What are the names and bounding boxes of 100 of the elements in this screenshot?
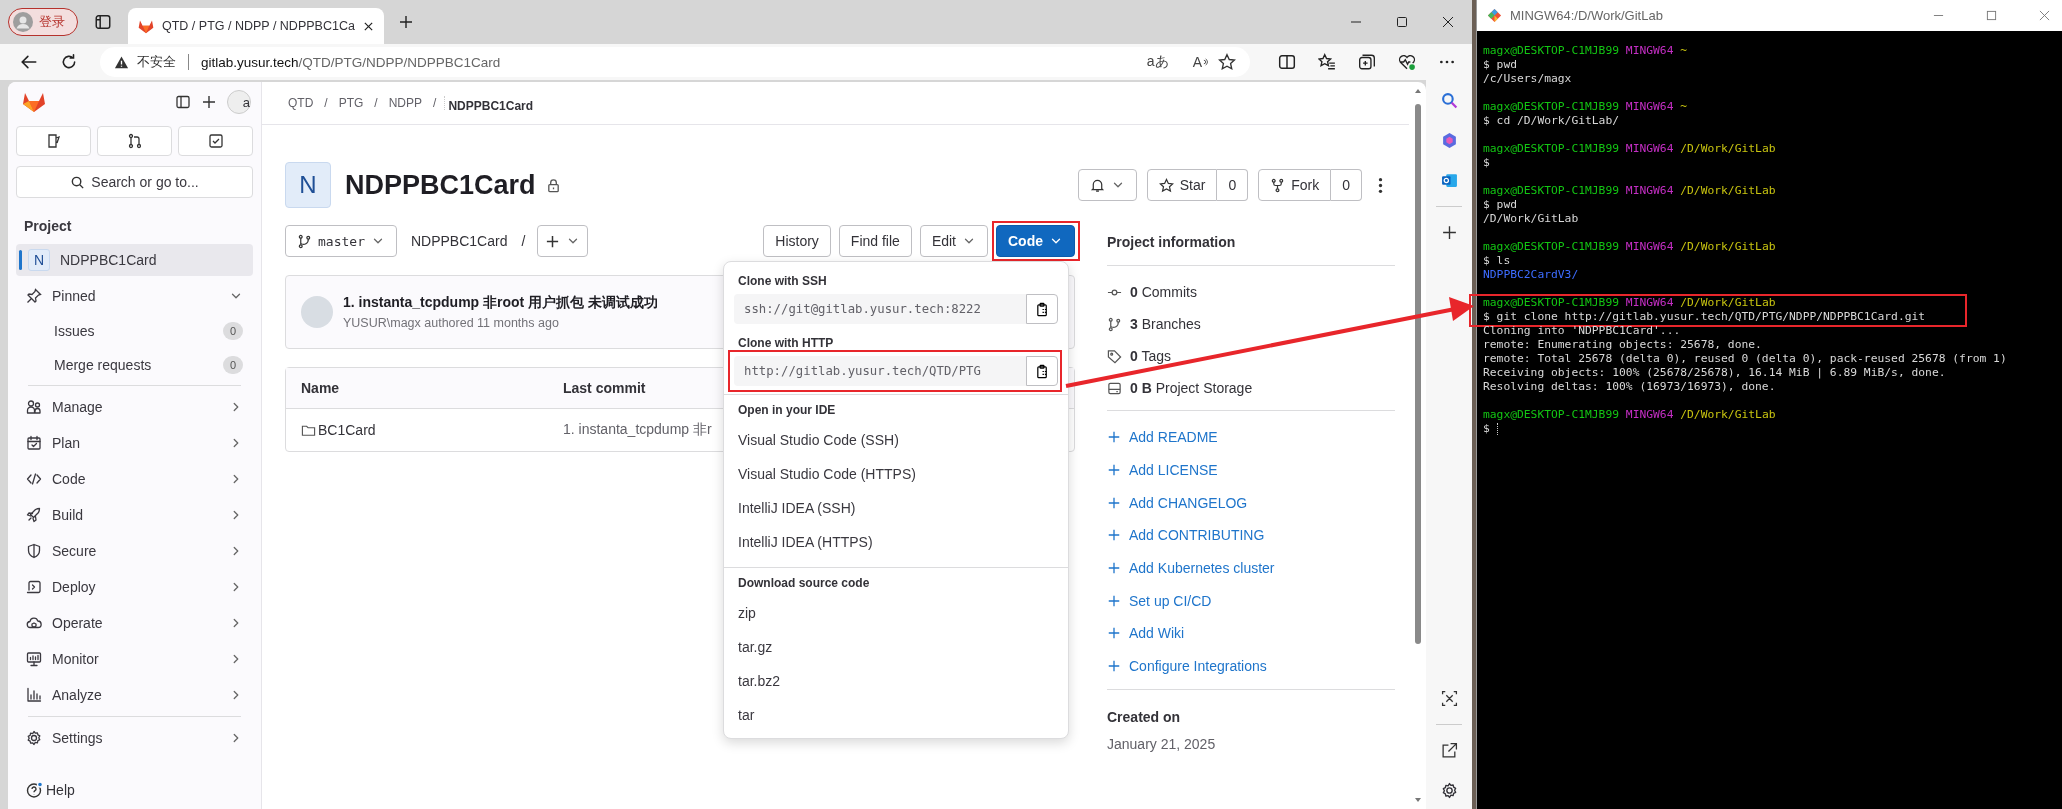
maximize-icon[interactable] xyxy=(1396,16,1408,28)
menu-nav-item[interactable]: Monitor xyxy=(16,641,253,677)
mail-app-icon[interactable] xyxy=(1440,172,1458,189)
dropdown-item[interactable]: IntelliJ IDEA (SSH) xyxy=(724,491,1068,525)
reload-icon[interactable] xyxy=(60,53,78,71)
dropdown-item[interactable]: IntelliJ IDEA (HTTPS) xyxy=(724,525,1068,559)
heart-pulse-icon[interactable] xyxy=(1398,53,1416,71)
prompt-user: magx@DESKTOP-C1MJB99 xyxy=(1483,184,1620,197)
edit-dropdown-button[interactable]: Edit xyxy=(919,225,988,257)
stat-link[interactable]: 0 B Project Storage xyxy=(1130,380,1253,396)
toolbar-button[interactable]: Find file xyxy=(838,225,912,257)
stat-link[interactable]: 0 Commits xyxy=(1130,284,1197,300)
collections-icon[interactable] xyxy=(1358,53,1376,71)
back-arrow-icon[interactable] xyxy=(20,53,38,71)
stat-link[interactable]: 3 Branches xyxy=(1130,316,1201,332)
copy-button[interactable] xyxy=(1026,356,1058,386)
breadcrumb-link[interactable]: NDPP xyxy=(385,93,426,113)
menu-nav-item[interactable]: Code xyxy=(16,461,253,497)
file-name-link[interactable]: BC1Card xyxy=(301,422,563,438)
add-link[interactable]: Add Wiki xyxy=(1107,617,1395,650)
add-dropdown[interactable] xyxy=(537,225,589,257)
menu-nav-item[interactable]: Build xyxy=(16,497,253,533)
screenshot-icon[interactable] xyxy=(1440,690,1458,707)
issues-button[interactable] xyxy=(16,126,91,156)
clone-url-field[interactable]: http://gitlab.yusur.tech/QTD/PTG xyxy=(734,356,1026,386)
help-link[interactable]: Help xyxy=(16,781,253,809)
pinned-nav-item[interactable]: Merge requests 0 xyxy=(16,348,253,382)
breadcrumb-link[interactable]: QTD xyxy=(285,93,317,113)
dropdown-item[interactable]: Visual Studio Code (SSH) xyxy=(724,423,1068,457)
prompt-path: /D/Work/GitLab xyxy=(1680,240,1776,253)
close-icon[interactable] xyxy=(1442,16,1454,28)
dropdown-item[interactable]: zip xyxy=(724,596,1068,630)
merge-requests-button[interactable] xyxy=(97,126,172,156)
search-icon[interactable] xyxy=(1440,92,1458,109)
dropdown-item[interactable]: tar.bz2 xyxy=(724,664,1068,698)
clone-url-field[interactable]: ssh://git@gitlab.yusur.tech:8222 xyxy=(734,294,1026,324)
menu-nav-item[interactable]: Manage xyxy=(16,389,253,425)
menu-nav-item[interactable]: Analyze xyxy=(16,677,253,713)
star-count[interactable]: 0 xyxy=(1217,169,1249,201)
plus-icon[interactable] xyxy=(1440,224,1458,241)
add-link[interactable]: Configure Integrations xyxy=(1107,649,1395,683)
add-link[interactable]: Add Kubernetes cluster xyxy=(1107,551,1395,585)
profile-button[interactable]: 登录 xyxy=(8,8,78,36)
external-link-icon[interactable] xyxy=(1440,742,1458,759)
dropdown-item[interactable]: Visual Studio Code (HTTPS) xyxy=(724,457,1068,491)
search-field[interactable]: Search or go to... xyxy=(16,166,253,198)
toolbar-button[interactable]: History xyxy=(763,225,831,257)
scroll-down-icon[interactable] xyxy=(1413,797,1422,803)
add-link[interactable]: Add README xyxy=(1107,421,1395,454)
menu-nav-item[interactable]: Deploy xyxy=(16,569,253,605)
tab-actions-icon[interactable] xyxy=(94,13,112,31)
pinned-nav-item[interactable]: Issues 0 xyxy=(16,314,253,348)
add-link[interactable]: Set up CI/CD xyxy=(1107,584,1395,618)
favorites-icon[interactable] xyxy=(1318,53,1336,71)
settings-nav-item[interactable]: Settings xyxy=(16,720,253,756)
menu-nav-item[interactable]: Plan xyxy=(16,425,253,461)
code-dropdown-button[interactable]: Code xyxy=(996,225,1075,257)
add-link[interactable]: Add LICENSE xyxy=(1107,453,1395,487)
plus-icon[interactable] xyxy=(201,94,217,110)
copy-button[interactable] xyxy=(1026,294,1058,324)
commit-title[interactable]: 1. instanta_tcpdump 非root 用户抓包 未调试成功 xyxy=(343,294,658,312)
sidebar-toggle-icon[interactable] xyxy=(175,94,191,110)
prompt-path: ~ xyxy=(1680,100,1688,113)
project-nav-item[interactable]: N NDPPBC1Card xyxy=(16,244,253,276)
split-screen-icon[interactable] xyxy=(1278,53,1296,71)
scroll-up-icon[interactable] xyxy=(1413,88,1422,94)
copilot-icon[interactable] xyxy=(1440,132,1458,149)
fox-logo-icon xyxy=(138,18,154,34)
terminal-line: $ pwd xyxy=(1483,58,1517,71)
prompt-path: /D/Work/GitLab xyxy=(1680,142,1776,155)
new-tab-icon[interactable] xyxy=(397,14,414,30)
add-link[interactable]: Add CONTRIBUTING xyxy=(1107,519,1395,552)
translate-icon[interactable]: aあ xyxy=(1146,53,1169,71)
branch-dropdown[interactable]: master xyxy=(285,225,397,257)
user-avatar[interactable]: a xyxy=(227,90,251,114)
dropdown-item[interactable]: tar.gz xyxy=(724,630,1068,664)
menu-nav-item[interactable]: Secure xyxy=(16,533,253,569)
breadcrumb-link[interactable]: PTG xyxy=(335,93,367,113)
fork-count[interactable]: 0 xyxy=(1331,169,1362,201)
prompt-host: MINGW64 xyxy=(1625,44,1674,57)
star-button[interactable]: Star xyxy=(1146,169,1218,201)
star-outline-icon[interactable] xyxy=(1218,53,1236,71)
dropdown-item[interactable]: tar xyxy=(724,698,1068,732)
browser-tab[interactable]: QTD / PTG / NDPP / NDPPBC1Ca xyxy=(128,8,384,44)
branch-icon xyxy=(1107,316,1122,332)
kebab-menu-icon[interactable] xyxy=(1378,176,1383,194)
menu-nav-item[interactable]: Operate xyxy=(16,605,253,641)
todo-button[interactable] xyxy=(178,126,253,156)
add-link[interactable]: Add CHANGELOG xyxy=(1107,486,1395,520)
pinned-nav-item[interactable]: Pinned xyxy=(16,278,253,314)
address-bar[interactable]: 不安全 gitlab.yusur.tech/QTD/PTG/NDPP/NDPPBC1Card aあ A xyxy=(100,47,1250,77)
scrollbar-thumb[interactable] xyxy=(1414,104,1421,644)
terminal-box-icon xyxy=(26,579,42,595)
stat-link[interactable]: 0 Tags xyxy=(1130,348,1171,364)
fork-button[interactable]: Fork xyxy=(1258,169,1332,201)
notification-button[interactable] xyxy=(1077,169,1137,201)
close-icon[interactable] xyxy=(362,20,374,32)
repository-path[interactable]: NDPPBC1Card xyxy=(410,233,508,249)
fox-logo-icon[interactable] xyxy=(22,91,46,113)
breadcrumb-link[interactable]: NDPPBC1Card xyxy=(444,96,537,110)
